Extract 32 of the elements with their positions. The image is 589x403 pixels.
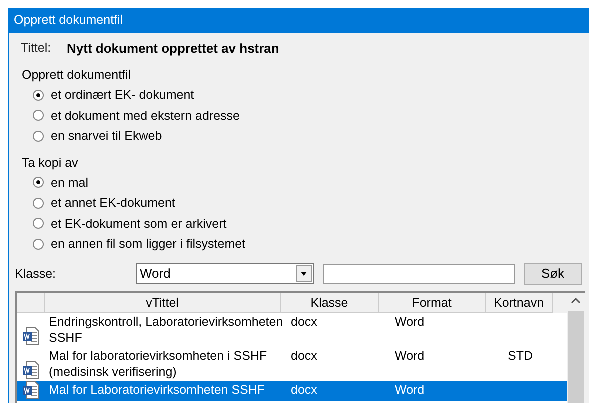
title-value: Nytt dokument opprettet av hstran — [67, 40, 280, 56]
column-header[interactable]: Klasse — [281, 292, 379, 312]
table-cell-text: Word — [394, 314, 426, 330]
filter-label: Klasse: — [15, 266, 57, 280]
table-row[interactable]: Mal for laboratorievirksomheten i SSHF (medisinsk verifisering) docx Word STD — [17, 346, 567, 380]
radio-label[interactable]: et ordinært EK- dokument — [51, 88, 194, 102]
radio-label[interactable]: et annet EK-dokument — [51, 196, 176, 210]
column-header[interactable]: vTittel — [45, 292, 281, 312]
radio-label[interactable]: et dokument med ekstern adresse — [51, 108, 240, 123]
column-header[interactable]: Kortnavn — [486, 292, 553, 312]
table-cell-text: Endringskontroll, Laboratorievirksomheten SSHF — [48, 314, 284, 346]
title-label: Tittel: — [21, 41, 52, 55]
class-dropdown[interactable]: Word — [136, 263, 314, 284]
radio-label[interactable]: et EK-dokument som er arkivert — [51, 216, 227, 231]
table-row[interactable]: Mal for Laboratorievirksomheten SSHF docx Word — [17, 380, 567, 400]
table-cell-text: Word — [394, 382, 426, 398]
table-cell-text: docx — [290, 348, 318, 364]
radio-label[interactable]: en annen fil som ligger i filsystemet — [51, 237, 246, 252]
table-cell-text: Mal for laboratorievirksomheten i SSHF (medisinsk verifisering) — [48, 348, 268, 380]
radio-label[interactable]: en mal — [51, 176, 89, 190]
table-cell-text: STD — [507, 348, 534, 364]
table-cell-text: Word — [394, 348, 426, 364]
radio-label[interactable]: en snarvei til Ekweb — [51, 129, 162, 144]
table-cell-text: docx — [290, 314, 318, 330]
search-button[interactable]: Søk — [524, 262, 582, 284]
group-heading: Ta kopi av — [22, 154, 80, 172]
table-cell-text: docx — [290, 382, 318, 398]
table-cell-text: Mal for Laboratorievirksomheten SSHF — [48, 382, 266, 398]
table-row[interactable]: Endringskontroll, Laboratorievirksomheten SSHF docx Word — [17, 312, 567, 346]
group-heading: Opprett dokumentfil — [22, 67, 132, 84]
window-title: Opprett dokumentfil — [9, 8, 589, 33]
column-header[interactable]: Format — [379, 292, 486, 312]
